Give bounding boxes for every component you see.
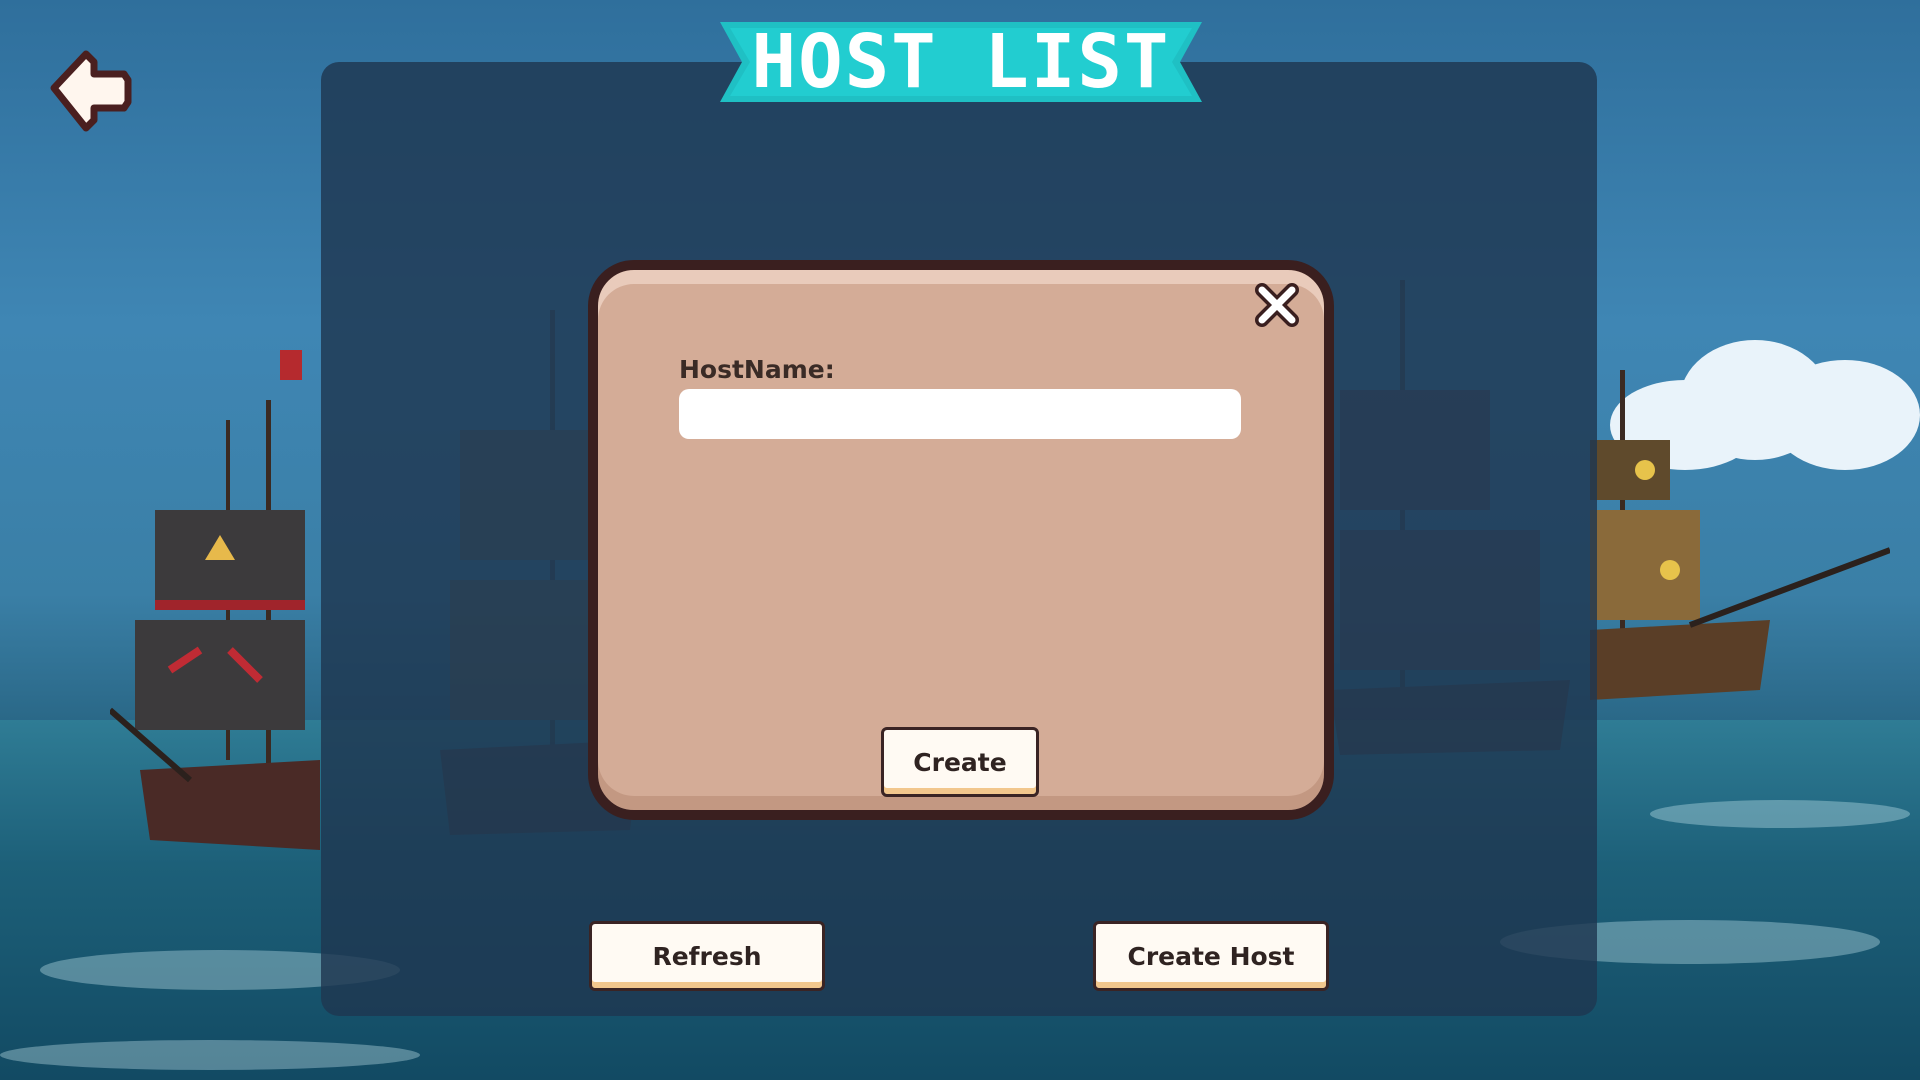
refresh-button[interactable]: Refresh	[589, 921, 825, 991]
create-button[interactable]: Create	[881, 727, 1039, 797]
create-host-button-label: Create Host	[1127, 941, 1295, 971]
create-button-label: Create	[913, 747, 1007, 777]
back-button[interactable]	[48, 48, 132, 132]
close-button[interactable]	[1254, 282, 1300, 328]
pirate-ship-right	[1590, 370, 1890, 700]
create-host-button[interactable]: Create Host	[1093, 921, 1329, 991]
pirate-ship-left	[110, 350, 320, 850]
host-name-label: HostName:	[679, 355, 835, 384]
host-name-input[interactable]	[679, 389, 1241, 439]
back-arrow-icon	[50, 50, 132, 132]
close-icon	[1255, 283, 1299, 327]
refresh-button-label: Refresh	[652, 941, 762, 971]
page-title: HOST LIST	[751, 19, 1171, 105]
